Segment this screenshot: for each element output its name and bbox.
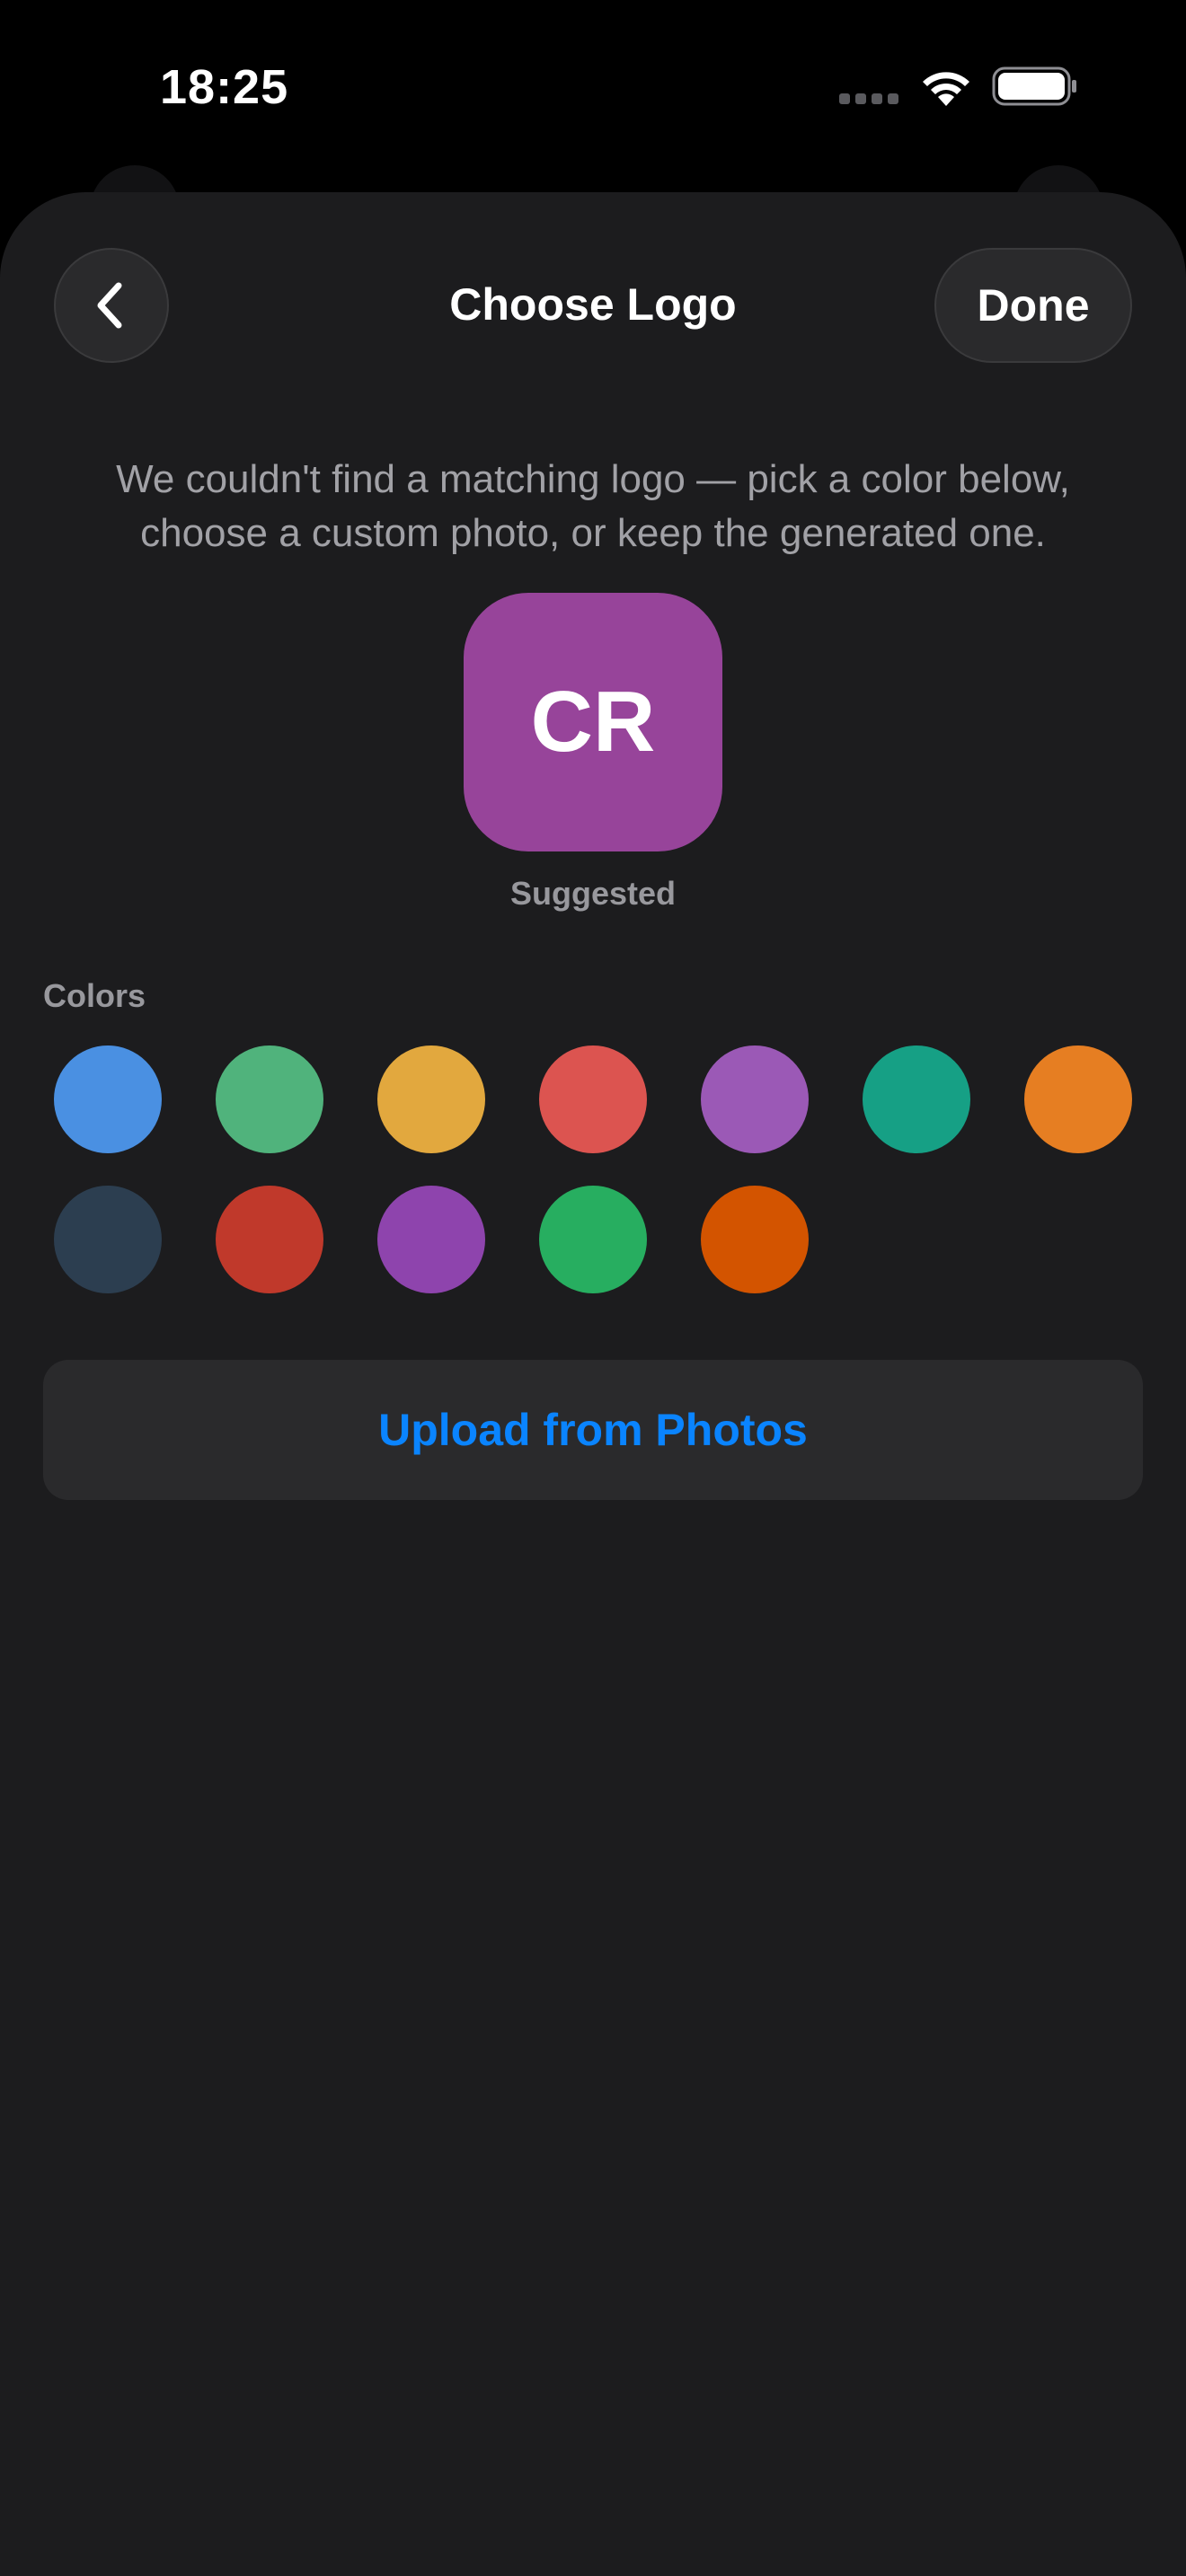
- color-swatch[interactable]: [1024, 1045, 1132, 1153]
- color-swatch[interactable]: [863, 1045, 970, 1153]
- color-swatch[interactable]: [216, 1045, 323, 1153]
- upload-from-photos-button[interactable]: Upload from Photos: [43, 1360, 1143, 1500]
- battery-icon: [992, 66, 1076, 106]
- color-swatch[interactable]: [377, 1045, 485, 1153]
- color-swatch[interactable]: [216, 1186, 323, 1293]
- description-text: We couldn't find a matching logo — pick …: [116, 457, 1070, 555]
- color-swatch[interactable]: [54, 1186, 162, 1293]
- suggested-logo-tile[interactable]: CR: [464, 593, 722, 851]
- color-swatch[interactable]: [377, 1186, 485, 1293]
- suggested-caption: Suggested: [509, 875, 677, 912]
- color-swatch[interactable]: [54, 1045, 162, 1153]
- status-time: 18:25: [160, 60, 289, 114]
- screen: 18:25 Choose Logo Done We couldn't find …: [0, 0, 1186, 2576]
- page-title: Choose Logo: [449, 279, 737, 330]
- cellular-signal-icon: [839, 93, 902, 106]
- done-button[interactable]: Done: [934, 248, 1132, 363]
- color-swatch[interactable]: [539, 1186, 647, 1293]
- color-swatch[interactable]: [539, 1045, 647, 1153]
- color-swatch[interactable]: [701, 1045, 809, 1153]
- logo-initials: CR: [530, 674, 656, 770]
- color-swatch[interactable]: [701, 1186, 809, 1293]
- colors-section-label: Colors: [43, 977, 146, 1014]
- back-button[interactable]: [54, 248, 169, 363]
- chevron-left-icon: [97, 282, 122, 329]
- wifi-icon: [923, 72, 969, 106]
- upload-button-label: Upload from Photos: [378, 1405, 808, 1455]
- choose-logo-sheet: Choose Logo Done We couldn't find a matc…: [0, 192, 1186, 2576]
